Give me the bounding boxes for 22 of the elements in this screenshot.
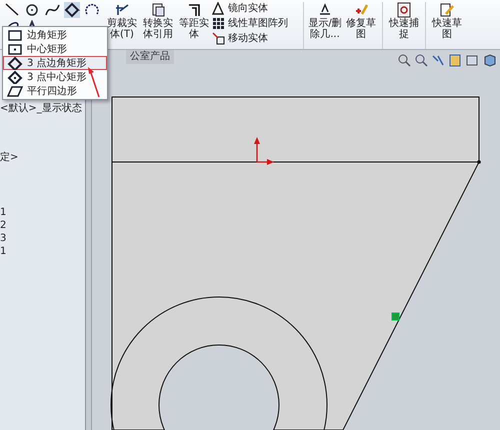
tree-item[interactable]: 1 xyxy=(0,206,85,219)
tree-header: <默认>_显示状态 xyxy=(0,102,83,115)
toolbar-button[interactable]: 快速草图 xyxy=(429,2,465,40)
menu-item[interactable]: 边角矩形 xyxy=(3,28,107,42)
document-tab[interactable]: 公室产品 xyxy=(126,50,174,64)
toolbar-button[interactable]: 快速捕捉 xyxy=(386,2,422,40)
menu-item[interactable]: 3 点边角矩形 xyxy=(3,56,107,70)
toolbar-button[interactable]: 显示/删除几... xyxy=(307,2,343,40)
toolbar-button[interactable]: 移动实体 xyxy=(212,32,300,45)
tree-item[interactable]: 3 xyxy=(0,232,85,245)
tree-item[interactable]: 1 xyxy=(0,245,85,258)
toolbar-button[interactable]: 线性草图阵列 xyxy=(212,17,300,30)
menu-item[interactable]: 平行四边形 xyxy=(3,84,107,98)
toolbar-button[interactable]: 等距实体 xyxy=(176,2,212,40)
tree-item[interactable]: 定> xyxy=(0,151,85,164)
toolbar-button[interactable]: 镜向实体 xyxy=(212,2,300,15)
toolbar-button[interactable]: 修复草图 xyxy=(343,2,379,40)
menu-item[interactable]: 中心矩形 xyxy=(3,42,107,56)
menu-item[interactable]: 3 点中心矩形 xyxy=(3,70,107,84)
tree-item[interactable]: 2 xyxy=(0,219,85,232)
toolbar-button[interactable]: 转换实体引用 xyxy=(140,2,176,40)
toolbar-button[interactable]: 剪裁实体(T) xyxy=(104,2,140,40)
